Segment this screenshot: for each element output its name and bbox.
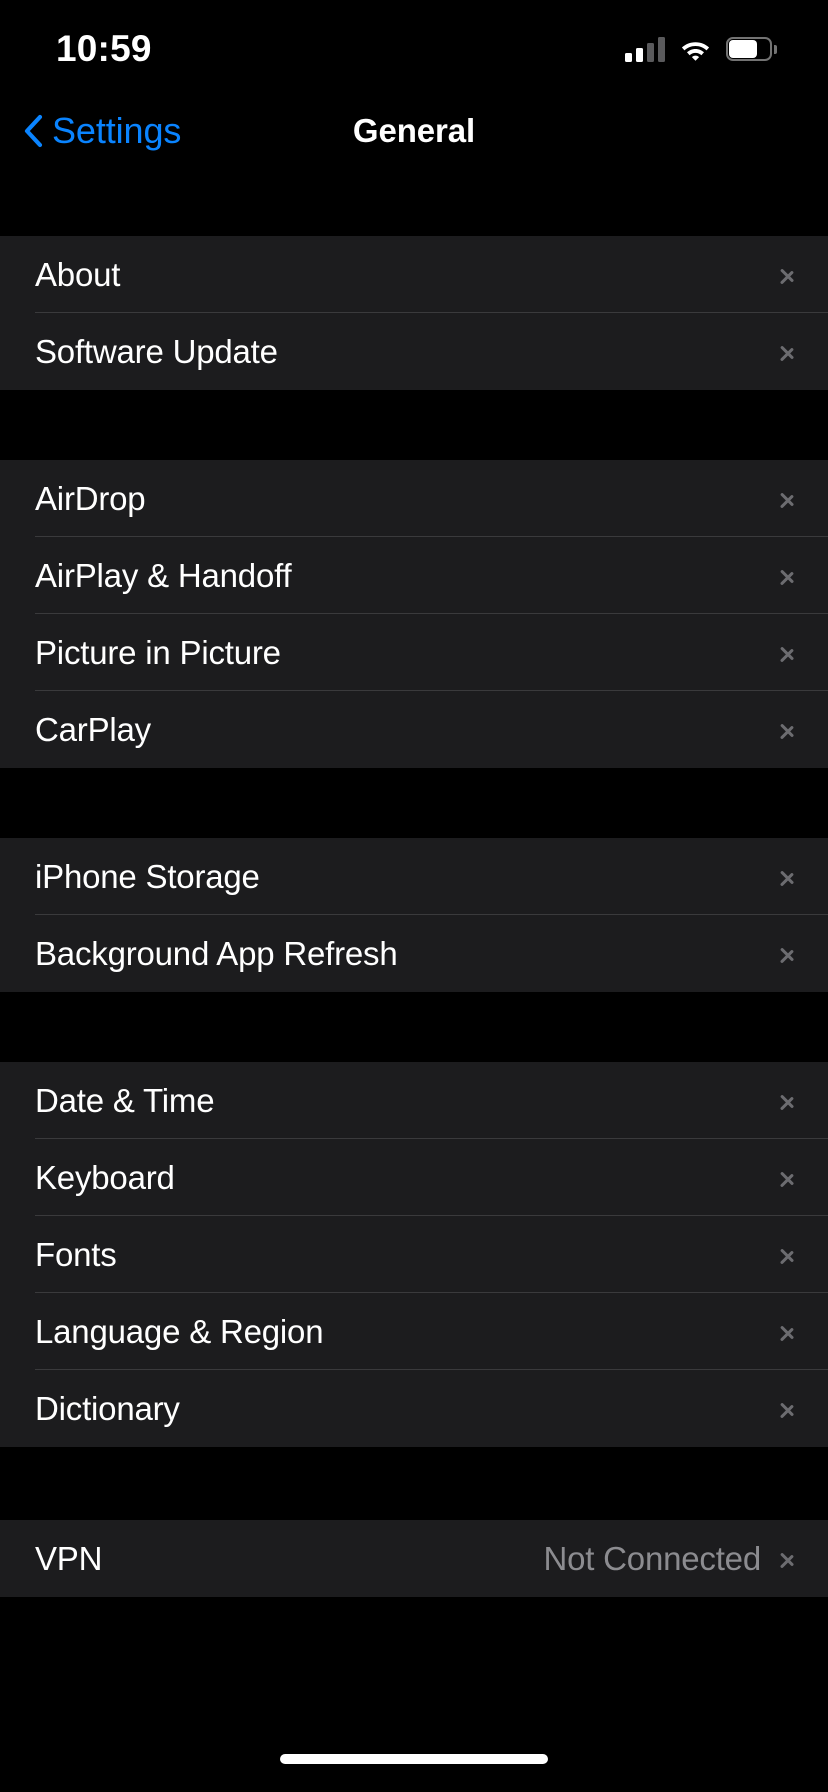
chevron-right-icon bbox=[779, 1241, 795, 1269]
status-bar-indicators bbox=[625, 36, 777, 62]
chevron-right-icon bbox=[779, 940, 795, 968]
settings-group-localization: Date & Time Keyboard Fonts Language & Re… bbox=[0, 1062, 828, 1447]
wifi-icon bbox=[679, 37, 712, 61]
home-indicator-area bbox=[0, 1748, 828, 1792]
settings-row-picture-in-picture[interactable]: Picture in Picture bbox=[0, 614, 828, 691]
back-button[interactable]: Settings bbox=[22, 110, 181, 152]
settings-row-iphone-storage[interactable]: iPhone Storage bbox=[0, 838, 828, 915]
settings-row-dictionary[interactable]: Dictionary bbox=[0, 1370, 828, 1447]
chevron-right-icon bbox=[779, 1395, 795, 1423]
settings-row-airplay-handoff[interactable]: AirPlay & Handoff bbox=[0, 537, 828, 614]
section-gap bbox=[0, 768, 828, 838]
settings-row-software-update[interactable]: Software Update bbox=[0, 313, 828, 390]
chevron-right-icon bbox=[779, 863, 795, 891]
settings-row-background-app-refresh[interactable]: Background App Refresh bbox=[0, 915, 828, 992]
row-label: Fonts bbox=[35, 1235, 117, 1273]
status-bar-clock: 10:59 bbox=[56, 28, 152, 69]
chevron-right-icon bbox=[779, 338, 795, 366]
navigation-bar: Settings General bbox=[0, 92, 828, 169]
status-bar: 10:59 bbox=[0, 0, 828, 92]
settings-list: About Software Update AirDrop AirPlay & … bbox=[0, 169, 828, 1597]
chevron-right-icon bbox=[779, 716, 795, 744]
chevron-right-icon bbox=[779, 261, 795, 289]
battery-icon bbox=[726, 37, 777, 61]
settings-row-about[interactable]: About bbox=[0, 236, 828, 313]
settings-row-language-region[interactable]: Language & Region bbox=[0, 1293, 828, 1370]
row-label: About bbox=[35, 255, 121, 293]
home-indicator-bar[interactable] bbox=[280, 1754, 548, 1764]
settings-group-device-info: About Software Update bbox=[0, 236, 828, 390]
row-label: iPhone Storage bbox=[35, 857, 260, 895]
chevron-right-icon bbox=[779, 562, 795, 590]
chevron-right-icon bbox=[779, 1164, 795, 1192]
row-label: Keyboard bbox=[35, 1158, 175, 1196]
chevron-left-icon bbox=[22, 113, 44, 149]
section-gap bbox=[0, 992, 828, 1062]
section-gap bbox=[0, 1447, 828, 1520]
row-label: Dictionary bbox=[35, 1389, 180, 1427]
chevron-right-icon bbox=[779, 485, 795, 513]
section-gap bbox=[0, 169, 828, 236]
back-button-label: Settings bbox=[52, 109, 182, 151]
settings-row-keyboard[interactable]: Keyboard bbox=[0, 1139, 828, 1216]
settings-general-screen: 10:59 Settings General About Software Up… bbox=[0, 0, 828, 1792]
chevron-right-icon bbox=[779, 1087, 795, 1115]
section-gap bbox=[0, 390, 828, 460]
vpn-status-value: Not Connected bbox=[543, 1539, 761, 1577]
row-label: CarPlay bbox=[35, 710, 151, 748]
settings-group-connectivity: AirDrop AirPlay & Handoff Picture in Pic… bbox=[0, 460, 828, 768]
chevron-right-icon bbox=[779, 1318, 795, 1346]
settings-group-vpn: VPN Not Connected bbox=[0, 1520, 828, 1597]
row-label: Picture in Picture bbox=[35, 633, 281, 671]
settings-row-carplay[interactable]: CarPlay bbox=[0, 691, 828, 768]
settings-row-fonts[interactable]: Fonts bbox=[0, 1216, 828, 1293]
row-label: Language & Region bbox=[35, 1312, 324, 1350]
row-label: Background App Refresh bbox=[35, 934, 398, 972]
chevron-right-icon bbox=[779, 1545, 795, 1573]
settings-group-storage: iPhone Storage Background App Refresh bbox=[0, 838, 828, 992]
settings-row-airdrop[interactable]: AirDrop bbox=[0, 460, 828, 537]
cellular-signal-icon bbox=[625, 36, 665, 62]
settings-row-date-time[interactable]: Date & Time bbox=[0, 1062, 828, 1139]
row-label: Software Update bbox=[35, 332, 278, 370]
row-label: Date & Time bbox=[35, 1081, 215, 1119]
row-label: AirPlay & Handoff bbox=[35, 556, 292, 594]
row-label: VPN bbox=[35, 1539, 103, 1577]
settings-row-vpn[interactable]: VPN Not Connected bbox=[0, 1520, 828, 1597]
chevron-right-icon bbox=[779, 639, 795, 667]
row-label: AirDrop bbox=[35, 479, 146, 517]
